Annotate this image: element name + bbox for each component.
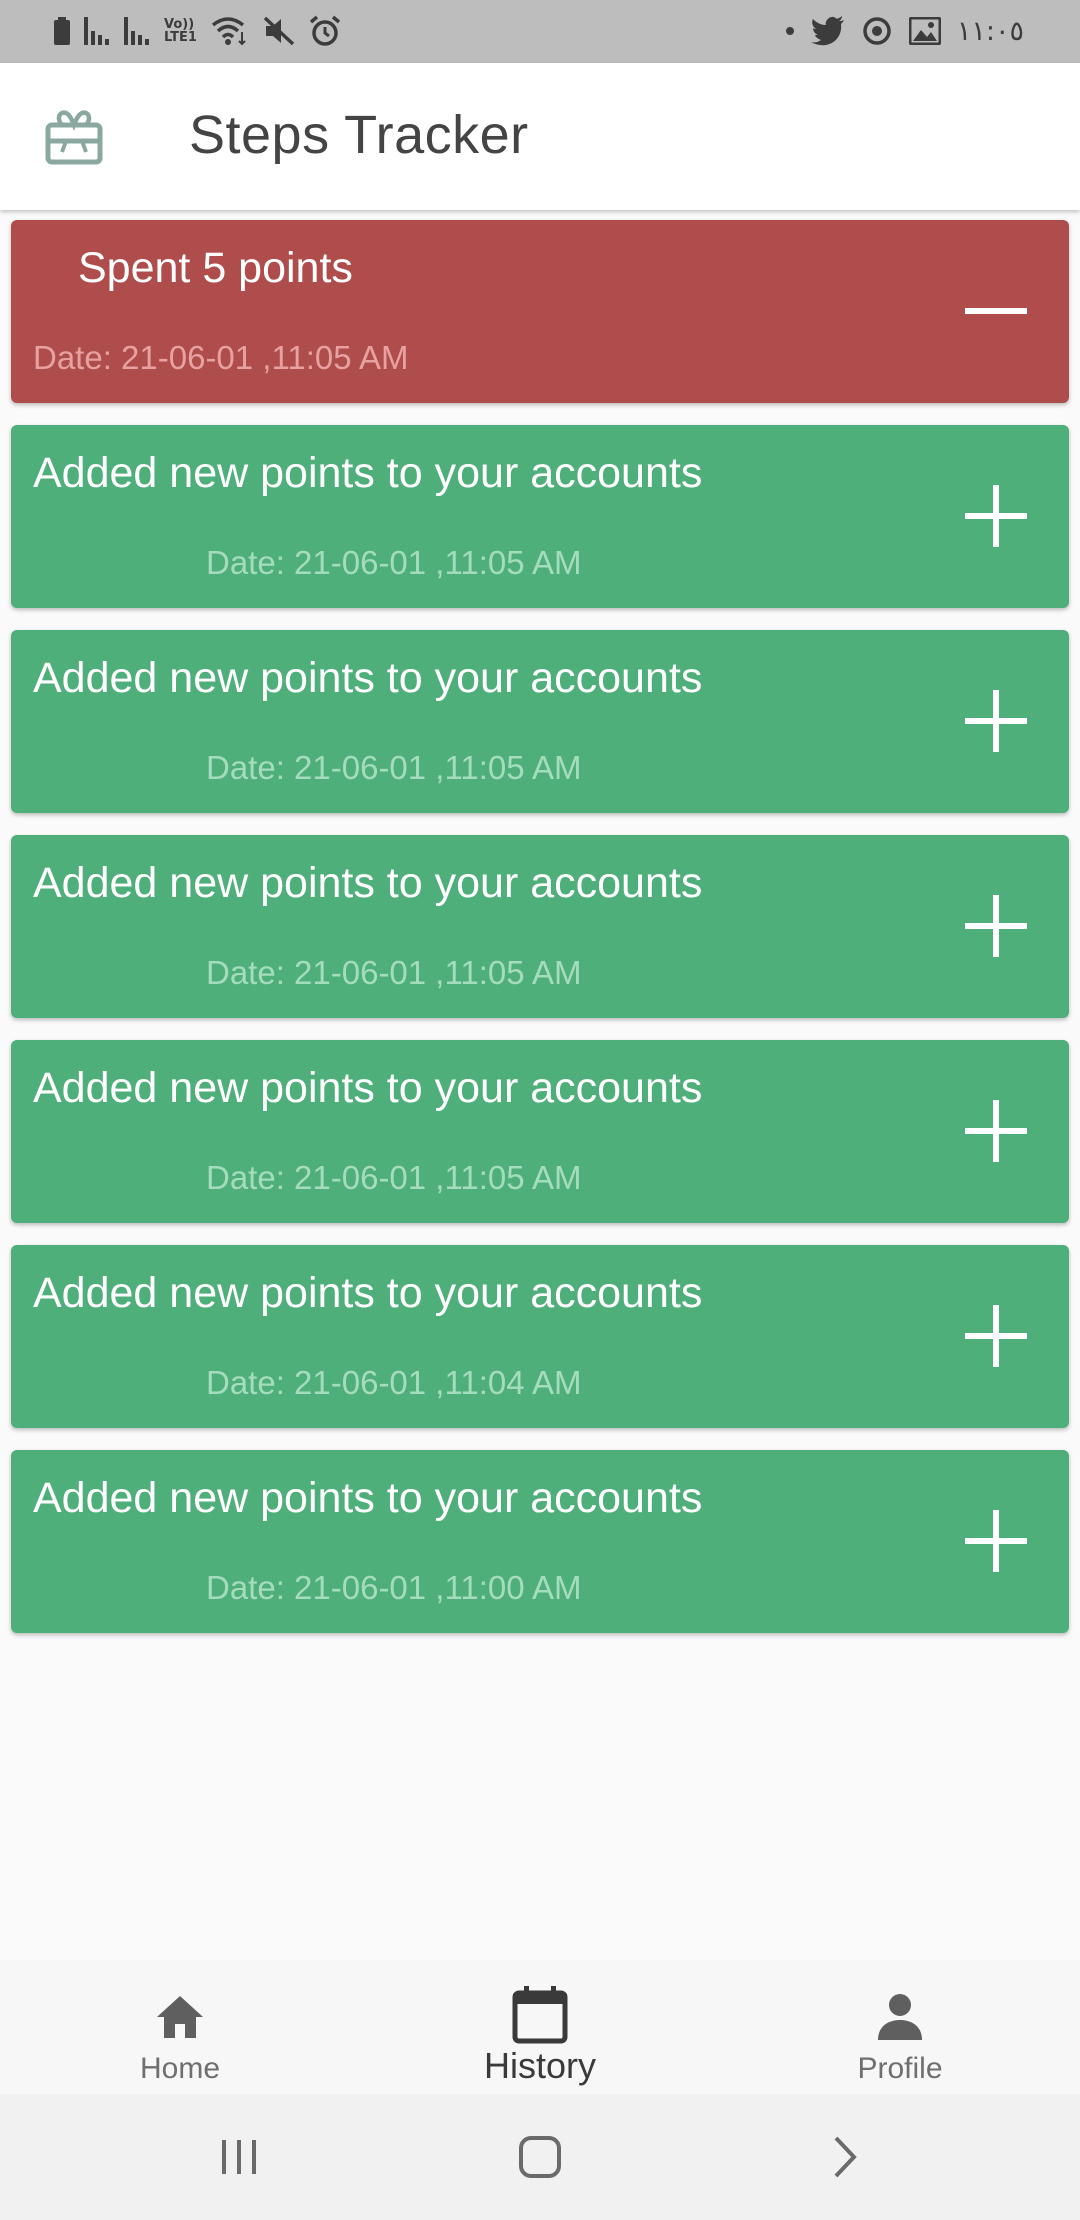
sync-icon	[861, 15, 893, 47]
alarm-icon	[309, 15, 341, 47]
plus-icon	[965, 485, 1027, 547]
card-date: Date: 21-06-01 ,11:05 AM	[206, 1159, 582, 1196]
minus-icon	[965, 280, 1027, 342]
home-icon	[153, 1990, 207, 2044]
page-title: Steps Tracker	[189, 105, 529, 165]
calendar-icon	[509, 1984, 571, 2046]
status-time: ١١:٠٥	[956, 15, 1024, 47]
nav-item-home[interactable]: Home	[0, 1960, 360, 2094]
signal-icon	[124, 17, 150, 45]
wifi-icon	[211, 16, 249, 46]
history-card-added[interactable]: Added new points to your accounts Date: …	[11, 1245, 1069, 1428]
network-label-bottom: LTE1	[164, 30, 197, 45]
plus-icon	[965, 895, 1027, 957]
recents-icon[interactable]	[214, 2132, 264, 2182]
history-card-added[interactable]: Added new points to your accounts Date: …	[11, 425, 1069, 608]
bottom-nav: Home History Profile	[0, 1960, 1080, 2094]
card-title: Spent 5 points	[78, 244, 353, 292]
status-right-icons: ١١:٠٥	[785, 10, 1024, 52]
history-list: Spent 5 points Date: 21-06-01 ,11:05 AM …	[11, 220, 1069, 1655]
notification-dot-icon	[785, 26, 795, 36]
history-card-added[interactable]: Added new points to your accounts Date: …	[11, 835, 1069, 1018]
back-icon[interactable]	[820, 2132, 870, 2182]
status-bar: Vo)) LTE1 ١١:٠٥	[0, 0, 1080, 63]
card-date: Date: 21-06-01 ,11:05 AM	[206, 954, 582, 991]
plus-icon	[965, 1100, 1027, 1162]
card-title: Added new points to your accounts	[33, 1269, 703, 1317]
twitter-icon	[810, 16, 845, 46]
card-date: Date: 21-06-01 ,11:05 AM	[33, 339, 409, 376]
volte-lte-icon: Vo)) LTE1	[164, 18, 197, 44]
card-date: Date: 21-06-01 ,11:05 AM	[206, 544, 582, 581]
system-nav-bar	[0, 2094, 1080, 2220]
image-icon	[908, 17, 941, 45]
nav-item-profile[interactable]: Profile	[720, 1960, 1080, 2094]
card-title: Added new points to your accounts	[33, 1474, 703, 1522]
home-circle-icon[interactable]	[515, 2132, 565, 2182]
plus-icon	[965, 1305, 1027, 1367]
history-card-added[interactable]: Added new points to your accounts Date: …	[11, 1040, 1069, 1223]
card-title: Added new points to your accounts	[33, 654, 703, 702]
nav-item-history[interactable]: History	[360, 1960, 720, 2094]
card-date: Date: 21-06-01 ,11:05 AM	[206, 749, 582, 786]
card-date: Date: 21-06-01 ,11:04 AM	[206, 1364, 582, 1401]
history-card-spent[interactable]: Spent 5 points Date: 21-06-01 ,11:05 AM	[11, 220, 1069, 403]
card-title: Added new points to your accounts	[33, 859, 703, 907]
nav-label: History	[483, 2045, 596, 2086]
plus-icon	[965, 690, 1027, 752]
app-bar: Steps Tracker	[0, 63, 1080, 210]
plus-icon	[965, 1510, 1027, 1572]
nav-label: Home	[139, 2052, 221, 2085]
history-card-added[interactable]: Added new points to your accounts Date: …	[11, 1450, 1069, 1633]
history-card-added[interactable]: Added new points to your accounts Date: …	[11, 630, 1069, 813]
card-title: Added new points to your accounts	[33, 1064, 703, 1112]
card-date: Date: 21-06-01 ,11:00 AM	[206, 1569, 582, 1606]
signal-icon	[84, 17, 110, 45]
person-icon	[873, 1990, 927, 2044]
nav-label: Profile	[857, 2052, 943, 2085]
card-title: Added new points to your accounts	[33, 449, 703, 497]
gift-card-icon	[44, 108, 104, 166]
mute-icon	[263, 16, 295, 46]
battery-icon	[54, 17, 70, 45]
status-left-icons: Vo)) LTE1	[54, 10, 341, 52]
